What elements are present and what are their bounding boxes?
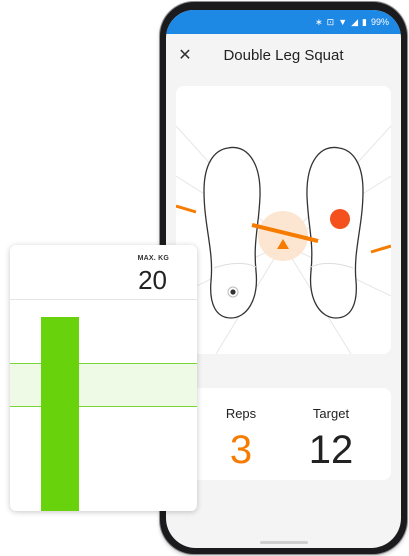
- right-pressure-point: [330, 209, 350, 229]
- chart-bar: [41, 317, 79, 511]
- signal-icon: ◢: [351, 16, 359, 27]
- target-value: 12: [308, 428, 354, 472]
- right-foot-outline: [306, 146, 364, 319]
- target-label: Target: [312, 406, 350, 421]
- wifi-icon: ▼: [338, 16, 348, 27]
- max-kg-chart-card: MAX. KG 20: [10, 245, 197, 511]
- vibrate-icon: ⊡: [326, 16, 335, 27]
- balance-card: [176, 86, 391, 354]
- navigation-handle[interactable]: [259, 541, 308, 544]
- reps-card: Reps 3 Target 12: [176, 388, 391, 480]
- chart-value: 20: [138, 265, 167, 295]
- phone-frame: ∗ ⊡ ▼ ◢ ▮ 99% ✕ Double Leg Squat Reps 3 …: [160, 2, 407, 554]
- page-title: Double Leg Squat: [223, 46, 344, 64]
- status-bar: ∗ ⊡ ▼ ◢ ▮ 99%: [166, 10, 401, 34]
- close-icon: ✕: [178, 47, 192, 64]
- reps-value: 3: [229, 428, 253, 472]
- app-bar: ✕ Double Leg Squat: [166, 34, 401, 76]
- target-band: [10, 363, 197, 408]
- reps-label: Reps: [225, 406, 257, 421]
- chart-plot: [10, 300, 197, 511]
- battery-level: 99%: [370, 17, 389, 27]
- phone-screen: ∗ ⊡ ▼ ◢ ▮ 99% ✕ Double Leg Squat Reps 3 …: [166, 10, 401, 548]
- battery-icon: ▮: [362, 16, 367, 27]
- bluetooth-icon: ∗: [315, 16, 323, 27]
- close-button[interactable]: ✕: [176, 46, 194, 64]
- chart-label: MAX. KG: [137, 255, 169, 262]
- foot-pressure-diagram: [176, 125, 391, 354]
